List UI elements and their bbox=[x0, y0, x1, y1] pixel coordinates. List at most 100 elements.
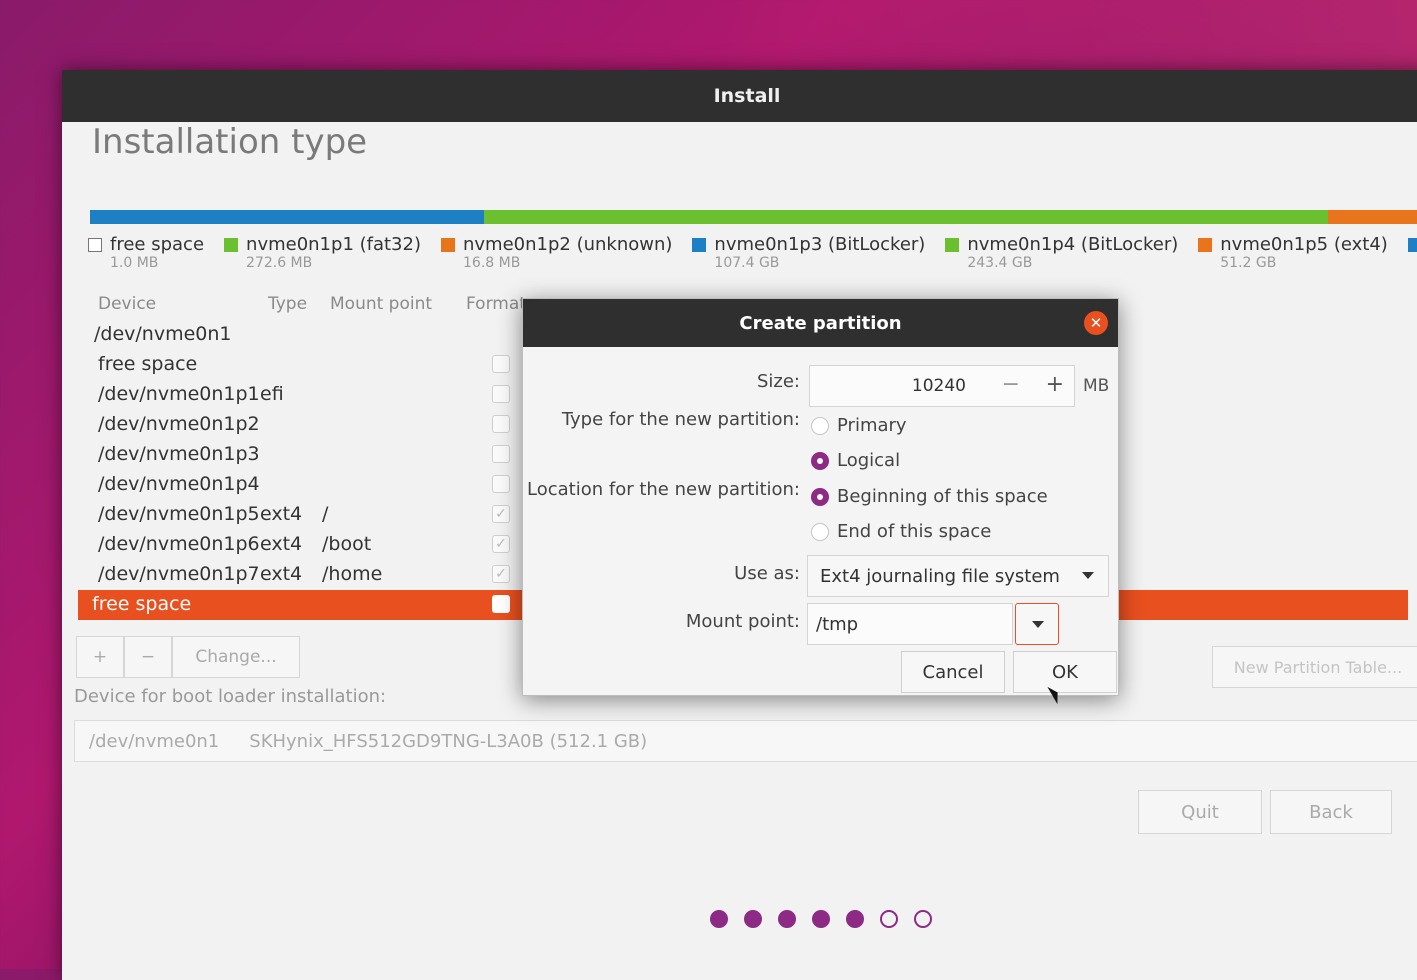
partition-device: /dev/nvme0n1p4 bbox=[98, 473, 260, 495]
partition-device: /dev/nvme0n1p5 bbox=[98, 503, 260, 525]
legend-text: nvme0n1p2 (unknown) 16.8 MB bbox=[463, 234, 672, 271]
legend-item: nvr2.0 bbox=[1407, 234, 1417, 271]
legend-item: nvme0n1p5 (ext4) 51.2 GB bbox=[1198, 234, 1388, 271]
mount-point-dropdown-button[interactable] bbox=[1015, 603, 1059, 645]
format-checkbox[interactable] bbox=[492, 475, 510, 493]
location-beginning-radio[interactable]: Beginning of this space bbox=[811, 486, 1048, 507]
quit-button[interactable]: Quit bbox=[1138, 790, 1262, 834]
partition-type: efi bbox=[260, 383, 284, 405]
size-unit: MB bbox=[1083, 376, 1110, 396]
window-title: Install bbox=[713, 85, 781, 107]
size-value: 10240 bbox=[911, 376, 966, 396]
chevron-down-icon bbox=[1082, 572, 1094, 579]
legend-text: nvme0n1p3 (BitLocker) 107.4 GB bbox=[714, 234, 925, 271]
type-primary-radio[interactable]: Primary bbox=[811, 415, 907, 436]
format-checkbox[interactable] bbox=[492, 445, 510, 463]
type-primary-label: Primary bbox=[837, 415, 907, 436]
legend-name: nvme0n1p5 (ext4) bbox=[1220, 234, 1388, 255]
column-header-type[interactable]: Type bbox=[268, 294, 307, 314]
legend-size: 243.4 GB bbox=[967, 255, 1033, 271]
legend-swatch bbox=[224, 238, 239, 252]
add-partition-button[interactable]: + bbox=[76, 636, 124, 678]
progress-dot bbox=[880, 910, 898, 928]
legend-name: nvme0n1p3 (BitLocker) bbox=[714, 234, 926, 255]
use-as-value: Ext4 journaling file system bbox=[820, 565, 1060, 587]
legend-size: 272.6 MB bbox=[246, 255, 313, 271]
format-checkbox[interactable] bbox=[492, 415, 510, 433]
partition-device: /dev/nvme0n1 bbox=[94, 323, 232, 345]
location-end-label: End of this space bbox=[837, 521, 992, 542]
remove-partition-button[interactable]: − bbox=[124, 636, 172, 678]
legend-name: nvme0n1p1 (fat32) bbox=[246, 234, 421, 255]
legend-size: 1.0 MB bbox=[110, 255, 159, 271]
progress-dot bbox=[744, 910, 762, 928]
mount-point-label: Mount point: bbox=[685, 611, 800, 632]
ok-button[interactable]: OK bbox=[1013, 651, 1117, 693]
close-icon[interactable]: ✕ bbox=[1084, 311, 1108, 335]
size-increment-button[interactable]: + bbox=[1046, 372, 1064, 397]
partition-device: /dev/nvme0n1p1 bbox=[98, 383, 260, 405]
page-title: Installation type bbox=[92, 122, 368, 162]
format-checkbox[interactable] bbox=[492, 355, 510, 373]
type-logical-radio[interactable]: Logical bbox=[811, 450, 900, 471]
change-partition-button[interactable]: Change... bbox=[172, 636, 300, 678]
radio-indicator bbox=[811, 451, 829, 470]
size-decrement-button[interactable]: − bbox=[1002, 372, 1020, 397]
partition-bar-segment bbox=[1327, 210, 1417, 224]
format-checkbox[interactable]: ✓ bbox=[492, 505, 510, 523]
partition-bar-segment bbox=[484, 210, 1328, 224]
legend-name: nvme0n1p2 (unknown) bbox=[463, 234, 673, 255]
partition-buttons: + − Change... bbox=[76, 636, 300, 678]
back-button[interactable]: Back bbox=[1270, 790, 1392, 834]
size-spinbox[interactable]: 10240 − + bbox=[809, 365, 1075, 407]
location-label: Location for the new partition: bbox=[527, 479, 800, 500]
legend-size: 16.8 MB bbox=[463, 255, 521, 271]
legend-text: nvme0n1p4 (BitLocker) 243.4 GB bbox=[967, 234, 1178, 271]
bootloader-device: /dev/nvme0n1 bbox=[89, 730, 220, 752]
size-label: Size: bbox=[756, 371, 800, 392]
mount-point-value: /tmp bbox=[816, 613, 859, 635]
dialog-title: Create partition bbox=[739, 312, 902, 334]
partition-bar-segment bbox=[90, 210, 485, 224]
progress-dot bbox=[846, 910, 864, 928]
column-header-mount[interactable]: Mount point bbox=[330, 294, 432, 314]
column-header-format[interactable]: Format bbox=[466, 294, 526, 314]
partition-mount-point: /home bbox=[322, 563, 383, 585]
legend-item: nvme0n1p1 (fat32) 272.6 MB bbox=[224, 234, 421, 271]
type-label: Type for the new partition: bbox=[561, 409, 800, 430]
partition-device: /dev/nvme0n1p7 bbox=[98, 563, 260, 585]
legend-size: 107.4 GB bbox=[714, 255, 780, 271]
bootloader-description: SKHynix_HFS512GD9TNG-L3A0B (512.1 GB) bbox=[249, 730, 648, 752]
partition-type: ext4 bbox=[260, 503, 303, 525]
radio-indicator bbox=[811, 487, 829, 506]
partition-bar bbox=[90, 210, 1417, 224]
legend-text: nvme0n1p5 (ext4) 51.2 GB bbox=[1220, 234, 1388, 271]
legend-text: free space 1.0 MB bbox=[110, 234, 204, 271]
use-as-dropdown[interactable]: Ext4 journaling file system bbox=[807, 555, 1109, 597]
radio-indicator bbox=[811, 522, 829, 541]
progress-dot bbox=[778, 910, 796, 928]
create-partition-dialog: Create partition ✕ Size: 10240 − + MB Ty… bbox=[522, 298, 1119, 696]
format-checkbox[interactable] bbox=[492, 595, 510, 613]
cancel-button[interactable]: Cancel bbox=[901, 651, 1005, 693]
new-partition-table-button[interactable]: New Partition Table... bbox=[1212, 646, 1417, 688]
location-end-radio[interactable]: End of this space bbox=[811, 521, 991, 542]
progress-dot bbox=[710, 910, 728, 928]
dialog-titlebar: Create partition ✕ bbox=[523, 299, 1118, 347]
legend-swatch bbox=[945, 238, 960, 252]
legend-item: nvme0n1p2 (unknown) 16.8 MB bbox=[441, 234, 672, 271]
radio-indicator bbox=[811, 416, 829, 435]
format-checkbox[interactable] bbox=[492, 385, 510, 403]
legend-swatch bbox=[88, 238, 102, 252]
location-beginning-label: Beginning of this space bbox=[837, 486, 1048, 507]
progress-dots bbox=[710, 910, 932, 928]
mount-point-input[interactable]: /tmp bbox=[807, 603, 1013, 645]
legend-item: free space 1.0 MB bbox=[88, 234, 204, 271]
legend-swatch bbox=[1407, 238, 1417, 252]
bootloader-select[interactable]: /dev/nvme0n1 SKHynix_HFS512GD9TNG-L3A0B … bbox=[74, 720, 1417, 762]
column-header-device[interactable]: Device bbox=[98, 294, 156, 314]
progress-dot bbox=[812, 910, 830, 928]
partition-mount-point: /boot bbox=[322, 533, 372, 555]
format-checkbox[interactable]: ✓ bbox=[492, 535, 510, 553]
format-checkbox[interactable]: ✓ bbox=[492, 565, 510, 583]
